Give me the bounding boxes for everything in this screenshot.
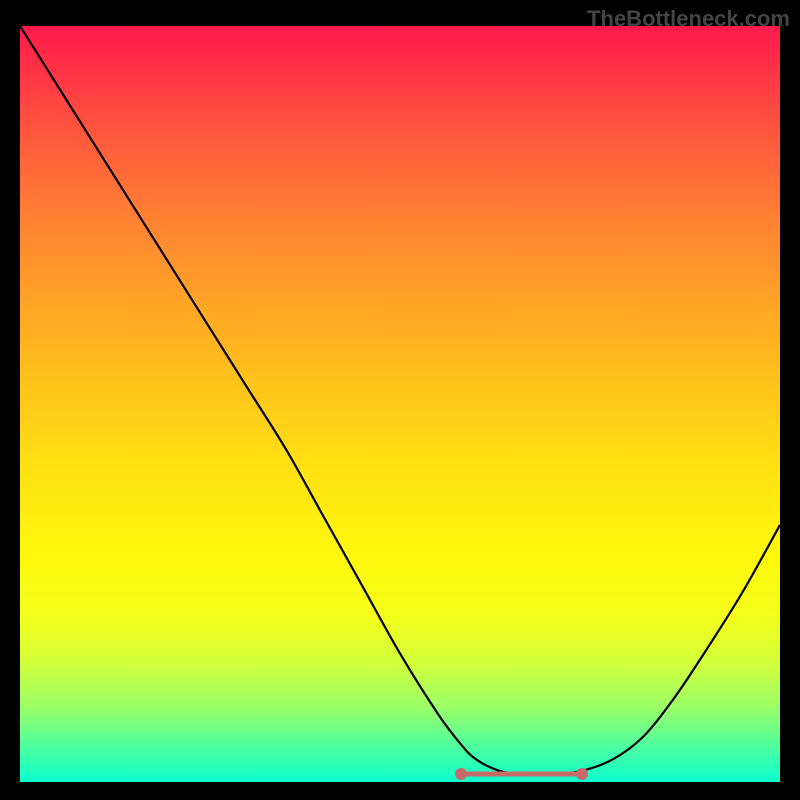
bottleneck-curve — [20, 26, 780, 775]
highlight-end-marker — [576, 768, 588, 780]
plot-area — [20, 26, 780, 782]
highlight-start-marker — [455, 768, 467, 780]
watermark-text: TheBottleneck.com — [587, 6, 790, 32]
highlight-segment — [461, 772, 583, 777]
curve-svg — [20, 26, 780, 782]
